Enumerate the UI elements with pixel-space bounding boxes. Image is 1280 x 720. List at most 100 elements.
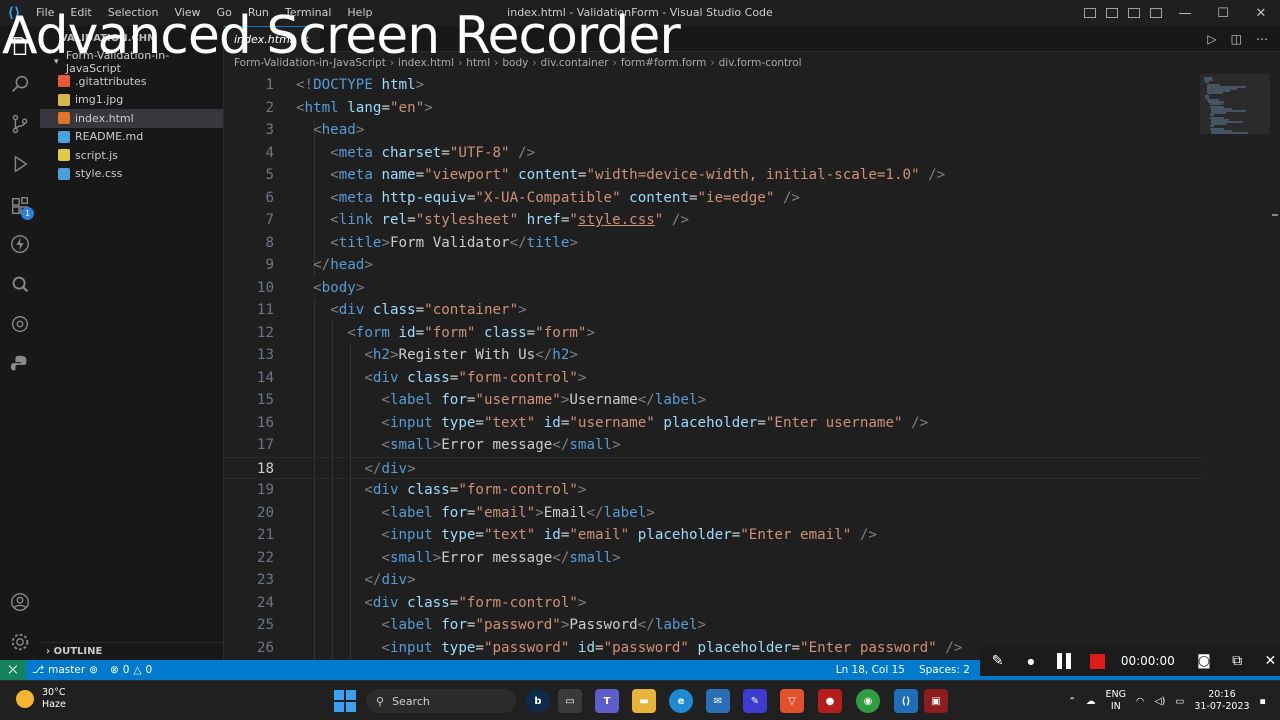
toggle-secondary-sidebar-icon[interactable] — [1128, 8, 1140, 18]
split-editor-icon[interactable]: ◫ — [1231, 32, 1242, 46]
stop-record-button[interactable] — [1088, 651, 1107, 671]
bing-icon[interactable]: b — [526, 689, 550, 713]
code-line[interactable]: 22 <small>Error message</small> — [224, 547, 1204, 570]
code-editor[interactable]: 1 <!DOCTYPE html> 2 <html lang="en"> 3 <head… — [224, 74, 1204, 660]
notification-icon[interactable]: ▪ — [1260, 696, 1266, 707]
code-token: div — [381, 460, 408, 477]
onedrive-icon[interactable]: ☁ — [1086, 696, 1096, 707]
code-line[interactable]: 3 <head> — [224, 119, 1204, 142]
code-line[interactable]: 13 <h2>Register With Us</h2> — [224, 344, 1204, 367]
camera-icon[interactable]: ◙ — [1194, 651, 1213, 671]
sync-icon: ⊚ — [89, 664, 98, 676]
file-item[interactable]: index.html — [40, 109, 223, 128]
code-line[interactable]: 24 <div class="form-control"> — [224, 592, 1204, 615]
minimize-icon[interactable]: — — [1166, 0, 1204, 26]
scroll-thumb[interactable] — [1272, 214, 1278, 216]
code-line[interactable]: 1 <!DOCTYPE html> — [224, 74, 1204, 97]
code-line[interactable]: 9 </head> — [224, 254, 1204, 277]
language-indicator[interactable]: ENG IN — [1106, 689, 1126, 713]
taskbar-search[interactable]: ⚲ Search — [366, 689, 516, 713]
edge-icon[interactable]: e — [669, 689, 693, 713]
code-line[interactable]: 2 <html lang="en"> — [224, 97, 1204, 120]
extensions-icon[interactable]: 1 — [8, 194, 34, 220]
task-view-icon[interactable]: ▭ — [558, 689, 582, 713]
vertical-scrollbar[interactable] — [1270, 74, 1280, 660]
file-item[interactable]: style.css — [40, 165, 223, 184]
pen-app-icon[interactable]: ✎ — [743, 689, 767, 713]
code-line[interactable]: 23 </div> — [224, 569, 1204, 592]
code-line[interactable]: 4 <meta charset="UTF-8" /> — [224, 142, 1204, 165]
volume-icon[interactable]: ◁) — [1154, 696, 1165, 707]
code-line[interactable]: 18 </div> — [224, 456, 1204, 479]
pause-icon[interactable] — [1054, 651, 1073, 671]
code-line[interactable]: 20 <label for="email">Email</label> — [224, 502, 1204, 525]
remote-search-icon[interactable] — [8, 272, 32, 296]
lightning-icon[interactable] — [8, 232, 32, 256]
mail-icon[interactable]: ✉ — [706, 689, 730, 713]
more-actions-icon[interactable]: ⋯ — [1256, 32, 1268, 46]
code-line[interactable]: 12 <form id="form" class="form"> — [224, 322, 1204, 345]
dot-icon[interactable]: ● — [1021, 651, 1040, 671]
minimap[interactable] — [1200, 74, 1270, 660]
search-icon[interactable] — [8, 72, 32, 96]
line-number: 4 — [265, 144, 274, 161]
clock[interactable]: 20:16 31-07-2023 — [1194, 689, 1249, 713]
weather-widget[interactable]: 30°C Haze — [16, 687, 66, 711]
vscode-taskbar-icon[interactable]: ⟨⟩ — [894, 689, 918, 713]
file-item[interactable]: script.js — [40, 146, 223, 165]
file-explorer-icon[interactable]: ▬ — [632, 689, 656, 713]
source-control-icon[interactable] — [8, 112, 32, 136]
code-line[interactable]: 14 <div class="form-control"> — [224, 367, 1204, 390]
battery-icon[interactable]: ▭ — [1175, 696, 1184, 707]
breadcrumb-item[interactable]: div.form-control — [719, 57, 802, 69]
code-line[interactable]: 10 <body> — [224, 277, 1204, 300]
close-window-icon[interactable]: ✕ — [1242, 0, 1280, 26]
run-file-icon[interactable]: ▷ — [1207, 32, 1216, 46]
code-line[interactable]: 5 <meta name="viewport" content="width=d… — [224, 164, 1204, 187]
file-label: script.js — [75, 148, 118, 162]
code-line[interactable]: 11 <div class="container"> — [224, 299, 1204, 322]
maximize-icon[interactable]: ☐ — [1204, 0, 1242, 26]
remote-indicator-icon[interactable]: ⤫ — [0, 660, 26, 680]
edit-icon[interactable]: ⧉ — [1228, 651, 1247, 671]
brave-icon[interactable]: ▽ — [780, 689, 804, 713]
code-line[interactable]: 16 <input type="text" id="username" plac… — [224, 412, 1204, 435]
problems-indicator[interactable]: ⊗ 0 △ 0 — [104, 664, 158, 676]
chatgpt-icon[interactable] — [8, 312, 32, 336]
customize-layout-icon[interactable] — [1150, 8, 1162, 18]
python-icon[interactable] — [8, 352, 32, 376]
file-item[interactable]: img1.jpg — [40, 91, 223, 110]
run-debug-icon[interactable] — [8, 152, 32, 176]
account-icon[interactable] — [8, 590, 32, 614]
cursor-position[interactable]: Ln 18, Col 15 — [836, 664, 905, 676]
outline-section[interactable]: › OUTLINE — [40, 642, 224, 660]
close-recorder-icon[interactable]: ✕ — [1261, 651, 1280, 671]
code-line[interactable]: 17 <small>Error message</small> — [224, 434, 1204, 457]
code-line[interactable]: 21 <input type="text" id="email" placeho… — [224, 524, 1204, 547]
settings-gear-icon[interactable] — [8, 630, 32, 654]
teams-icon[interactable]: T — [595, 689, 619, 713]
toggle-panel-icon[interactable] — [1106, 8, 1118, 18]
recorder-app-icon[interactable]: ● — [818, 689, 842, 713]
file-item[interactable]: README.md — [40, 128, 223, 147]
screen-recorder-icon[interactable]: ▣ — [924, 689, 948, 713]
branch-indicator[interactable]: ⎇ master ⊚ — [26, 664, 104, 676]
tray-chevron-up-icon[interactable]: ⌃ — [1068, 696, 1076, 707]
chrome-icon[interactable]: ◉ — [856, 689, 880, 713]
indentation[interactable]: Spaces: 2 — [919, 664, 970, 676]
code-line[interactable]: 19 <div class="form-control"> — [224, 479, 1204, 502]
code-token: > — [569, 234, 578, 251]
code-token: label — [654, 392, 698, 408]
code-line[interactable]: 7 <link rel="stylesheet" href="style.css… — [224, 209, 1204, 232]
code-line[interactable]: 15 <label for="username">Username</label… — [224, 389, 1204, 412]
line-number: 16 — [256, 414, 274, 431]
code-line[interactable]: 6 <meta http-equiv = "X-UA-Compatible" con… — [224, 187, 1204, 210]
code-line[interactable]: 25 <label for="password">Password</label… — [224, 614, 1204, 637]
wifi-icon[interactable]: ◠ — [1136, 696, 1144, 707]
code-token: href — [526, 212, 561, 228]
start-button-icon[interactable] — [334, 690, 356, 712]
code-line[interactable]: 8 <title>Form Validator</title> — [224, 232, 1204, 255]
toggle-sidebar-icon[interactable] — [1084, 8, 1096, 18]
pen-draw-icon[interactable]: ✎ — [988, 651, 1007, 671]
